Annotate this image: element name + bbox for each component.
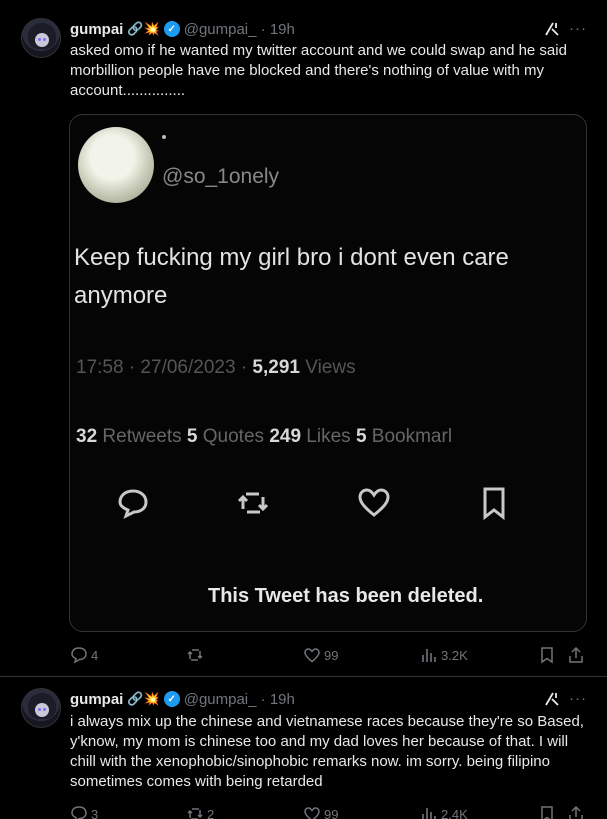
views-button[interactable]: 3.2K (420, 645, 468, 665)
like-count: 99 (324, 647, 339, 663)
repost-icon (187, 808, 203, 819)
tweet-1[interactable]: gumpai 🔗💥 ✓ @gumpai_ · 19h ··· asked omo… (0, 0, 607, 677)
like-button[interactable]: 99 (303, 804, 338, 819)
grok-icon[interactable] (543, 20, 561, 38)
embedded-timestamp: 17:58 · 27/06/2023 · (76, 357, 253, 378)
repost-count: 2 (207, 806, 215, 819)
avatar[interactable] (21, 18, 61, 58)
repost-button[interactable]: 2 (186, 804, 214, 819)
embedded-display-name (162, 135, 166, 139)
reply-button[interactable]: 3 (70, 804, 98, 819)
bookmark-button[interactable] (538, 645, 559, 665)
share-icon (569, 646, 583, 663)
reply-icon (115, 485, 151, 521)
embedded-bookmarks-label: Bookmarl (366, 426, 453, 447)
embedded-likes-label: Likes (301, 426, 356, 447)
embedded-retweets-label: Retweets (97, 426, 187, 447)
embedded-quotes-label: Quotes (197, 426, 270, 447)
views-count: 3.2K (441, 647, 468, 663)
tweet-2[interactable]: gumpai 🔗💥 ✓ @gumpai_ · 19h ··· i always … (0, 678, 607, 819)
handle-and-time[interactable]: @gumpai_ · 19h (184, 21, 295, 38)
avatar-eye (38, 708, 41, 711)
display-name[interactable]: gumpai (70, 691, 123, 708)
share-icon (569, 805, 583, 819)
reply-count: 4 (91, 647, 99, 663)
embedded-likes-count: 249 (269, 426, 302, 447)
tweet-actions: 3 2 99 2.4K (70, 804, 590, 819)
embedded-stats: 32 Retweets 5 Quotes 249 Likes 5 Bookmar… (76, 426, 452, 448)
views-button[interactable]: 2.4K (420, 804, 468, 819)
more-icon[interactable]: ··· (569, 690, 589, 708)
embedded-bookmarks-count: 5 (355, 426, 367, 447)
avatar-eye (38, 38, 41, 41)
views-icon (422, 649, 436, 662)
embedded-tweet-image[interactable]: @so_1onely Keep fucking my girl bro i do… (69, 114, 587, 632)
repost-button[interactable] (186, 645, 207, 665)
tweet-header: gumpai 🔗💥 ✓ @gumpai_ · 19h (70, 690, 295, 708)
reply-button[interactable]: 4 (70, 645, 98, 665)
tweet-actions: 4 99 3.2K (70, 645, 590, 665)
bookmark-icon (541, 806, 553, 819)
tweet-text: asked omo if he wanted my twitter accoun… (70, 42, 567, 99)
reply-icon (71, 647, 87, 664)
bookmark-icon (541, 647, 553, 664)
name-emoji: 🔗💥 (127, 21, 160, 36)
handle-and-time[interactable]: @gumpai_ · 19h (184, 691, 295, 708)
embedded-avatar (78, 127, 154, 203)
reply-count: 3 (91, 806, 99, 819)
embedded-quotes-count: 5 (186, 426, 198, 447)
like-icon (304, 807, 320, 819)
embedded-views-count: 5,291 (252, 357, 300, 378)
tweet-text: i always mix up the chinese and vietname… (70, 713, 584, 790)
embedded-actions (70, 485, 586, 525)
repost-icon (235, 485, 271, 521)
more-icon[interactable]: ··· (569, 20, 589, 38)
share-button[interactable] (567, 804, 588, 819)
like-icon (304, 648, 320, 663)
embedded-body: Keep fucking my girl bro i dont even car… (74, 244, 509, 309)
avatar-eye (43, 38, 46, 41)
tweet-header: gumpai 🔗💥 ✓ @gumpai_ · 19h (70, 20, 295, 38)
like-count: 99 (324, 806, 339, 819)
views-icon (422, 808, 436, 819)
display-name[interactable]: gumpai (70, 21, 123, 38)
grok-icon[interactable] (543, 690, 561, 708)
repost-icon (187, 649, 203, 661)
name-emoji: 🔗💥 (127, 691, 160, 706)
reply-icon (71, 806, 87, 819)
avatar[interactable] (21, 688, 61, 728)
embedded-meta: 17:58 · 27/06/2023 · 5,291 Views (76, 357, 356, 379)
avatar-eye (43, 708, 46, 711)
deleted-notice: This Tweet has been deleted. (208, 585, 484, 607)
embedded-handle: @so_1onely (162, 165, 280, 188)
embedded-views-label: Views (299, 357, 356, 378)
views-count: 2.4K (441, 806, 468, 819)
bookmark-icon (476, 485, 512, 521)
share-button[interactable] (567, 645, 588, 665)
verified-badge-icon[interactable]: ✓ (163, 691, 180, 707)
bookmark-button[interactable] (538, 804, 559, 819)
embedded-retweets-count: 32 (76, 426, 98, 447)
verified-badge-icon[interactable]: ✓ (163, 21, 180, 37)
like-icon (356, 485, 392, 521)
like-button[interactable]: 99 (303, 645, 338, 665)
